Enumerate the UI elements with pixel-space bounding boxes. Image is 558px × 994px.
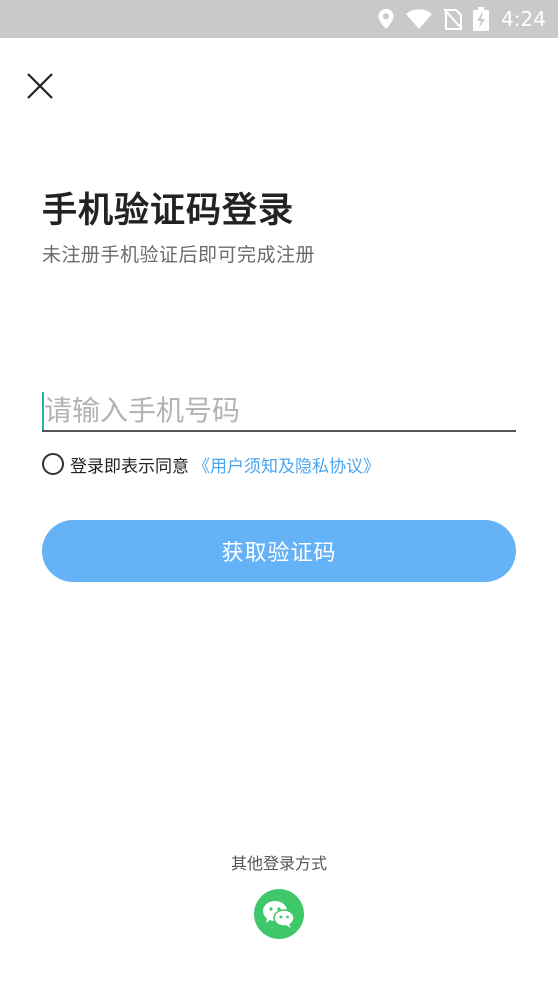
status-time: 4:24 <box>501 7 546 31</box>
page-title: 手机验证码登录 <box>42 191 295 231</box>
wechat-login-button[interactable] <box>254 889 304 939</box>
agreement-row: 登录即表示同意 《用户须知及隐私协议》 <box>42 452 380 477</box>
status-bar: 4:24 <box>0 0 558 38</box>
page-subtitle: 未注册手机验证后即可完成注册 <box>42 244 316 266</box>
get-verification-code-label: 获取验证码 <box>221 541 337 566</box>
wifi-icon <box>405 8 433 30</box>
close-icon <box>27 73 53 99</box>
no-sim-icon <box>443 8 463 30</box>
battery-charging-icon <box>473 7 490 31</box>
text-caret <box>42 392 44 430</box>
agreement-link[interactable]: 《用户须知及隐私协议》 <box>193 452 380 477</box>
wechat-icon <box>263 901 295 928</box>
agreement-text: 登录即表示同意 <box>70 456 189 477</box>
get-verification-code-button[interactable]: 获取验证码 <box>42 520 516 582</box>
status-icons: 4:24 <box>377 0 546 38</box>
close-button[interactable] <box>24 70 56 102</box>
phone-number-input[interactable] <box>42 390 516 432</box>
location-icon <box>377 8 395 30</box>
other-login-label: 其他登录方式 <box>230 854 327 873</box>
agreement-checkbox[interactable] <box>42 453 64 475</box>
